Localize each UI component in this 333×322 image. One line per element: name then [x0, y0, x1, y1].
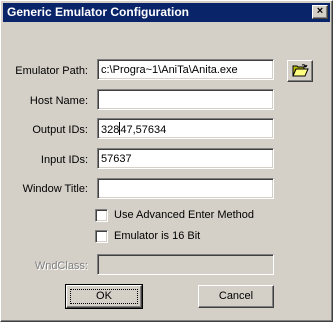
- host-name-label: Host Name:: [29, 95, 88, 107]
- input-ids-value: 57637: [101, 153, 132, 165]
- title-bar: Generic Emulator Configuration ×: [3, 3, 330, 22]
- checkbox-label: Use Advanced Enter Method: [114, 209, 255, 221]
- output-ids-field[interactable]: 32847,57634: [97, 118, 274, 139]
- output-ids-value-before-caret: 328: [101, 124, 120, 136]
- input-ids-label: Input IDs:: [40, 154, 88, 166]
- emulator-path-value: c:\Progra~1\AniTa\Anita.exe: [101, 64, 238, 76]
- checkbox-box[interactable]: [95, 230, 108, 243]
- checkbox-box[interactable]: [95, 209, 108, 222]
- focus-rectangle: [70, 289, 138, 304]
- window-title-field[interactable]: [97, 178, 274, 199]
- output-ids-label: Output IDs:: [32, 124, 88, 136]
- emulator-path-field[interactable]: c:\Progra~1\AniTa\Anita.exe: [97, 59, 274, 80]
- close-icon: ×: [316, 5, 324, 17]
- cancel-button-label: Cancel: [218, 290, 254, 302]
- wnd-class-label: WndClass:: [34, 260, 88, 272]
- generic-emulator-configuration-dialog: Generic Emulator Configuration × Emulato…: [0, 0, 333, 322]
- emulator-path-label: Emulator Path:: [15, 65, 88, 77]
- host-name-field[interactable]: [97, 89, 274, 110]
- checkbox-label: Emulator is 16 Bit: [114, 230, 201, 242]
- window-title-label: Window Title:: [22, 183, 88, 195]
- close-button[interactable]: ×: [312, 5, 328, 19]
- input-ids-field[interactable]: 57637: [97, 148, 274, 169]
- open-folder-icon: [292, 64, 309, 77]
- cancel-button[interactable]: Cancel: [198, 285, 274, 308]
- output-ids-value-after-caret: 47,57634: [120, 124, 167, 136]
- browse-button[interactable]: [287, 60, 313, 82]
- window-title: Generic Emulator Configuration: [7, 5, 190, 19]
- wnd-class-field: [97, 254, 274, 275]
- ok-button[interactable]: OK: [65, 284, 143, 309]
